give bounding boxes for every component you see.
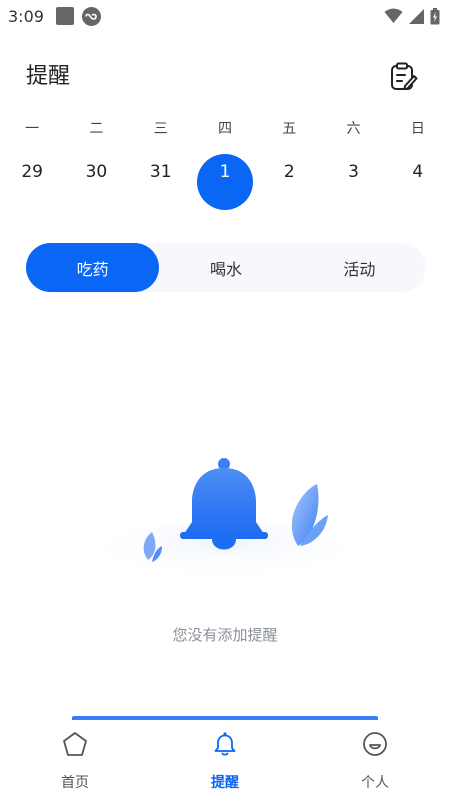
weekday-label: 六: [346, 121, 361, 137]
date-cell[interactable]: 3: [321, 154, 385, 210]
weekday-label: 二: [89, 121, 104, 137]
stop-icon: [55, 7, 74, 25]
empty-bell-illustration: [100, 440, 350, 590]
tab-activity[interactable]: 活动: [293, 243, 426, 292]
weekday-label: 三: [153, 121, 168, 137]
date-cell[interactable]: 2: [257, 154, 321, 210]
nav-label: 首页: [61, 775, 89, 791]
bottom-nav: 首页 提醒 个人: [0, 720, 450, 800]
smile-face-icon: [361, 730, 389, 758]
nav-label-active: 提醒: [211, 775, 239, 791]
wifi-icon: [384, 8, 403, 23]
nav-item-reminders[interactable]: 提醒: [150, 720, 300, 800]
weekday-label: 日: [410, 121, 425, 137]
status-bar: 3:09: [0, 0, 450, 32]
status-system-icons: [384, 7, 440, 25]
link-icon: [81, 6, 101, 26]
date-cell-selected[interactable]: 1: [193, 154, 257, 210]
status-time: 3:09: [8, 6, 44, 26]
weekday-header: 一 二 三 四 五 六 日: [0, 118, 450, 138]
bell-icon: [211, 730, 239, 758]
date-number: 3: [348, 162, 359, 182]
weekday-label: 五: [282, 121, 297, 137]
battery-icon: [430, 7, 440, 24]
tab-water[interactable]: 喝水: [159, 243, 292, 292]
date-number: 29: [21, 162, 43, 182]
date-number: 31: [149, 162, 172, 182]
date-cell[interactable]: 31: [129, 154, 193, 210]
date-number: 30: [85, 162, 108, 182]
weekday-label: 四: [217, 121, 232, 137]
date-cell[interactable]: 29: [0, 154, 64, 210]
nav-item-home[interactable]: 首页: [0, 720, 150, 800]
date-number: 4: [412, 162, 424, 182]
header: 提醒: [0, 52, 450, 96]
tab-medicine[interactable]: 吃药: [26, 243, 160, 292]
date-cell[interactable]: 30: [64, 154, 128, 210]
clipboard-edit-icon[interactable]: [390, 62, 418, 92]
empty-state-message: 您没有添加提醒: [172, 626, 278, 644]
nav-label: 个人: [361, 775, 389, 791]
date-strip: 29 30 31 1 2 3 4: [0, 154, 450, 210]
status-notification-icons: [55, 6, 101, 26]
signal-icon: [409, 8, 424, 24]
home-pentagon-icon: [61, 730, 89, 758]
page-title: 提醒: [26, 64, 71, 89]
reminder-type-tabs: 吃药 喝水 活动: [26, 243, 426, 292]
date-number-selected: 1: [196, 154, 253, 210]
date-cell[interactable]: 4: [386, 154, 450, 210]
weekday-label: 一: [25, 121, 40, 137]
nav-item-profile[interactable]: 个人: [300, 720, 450, 800]
date-number: 2: [283, 162, 295, 182]
